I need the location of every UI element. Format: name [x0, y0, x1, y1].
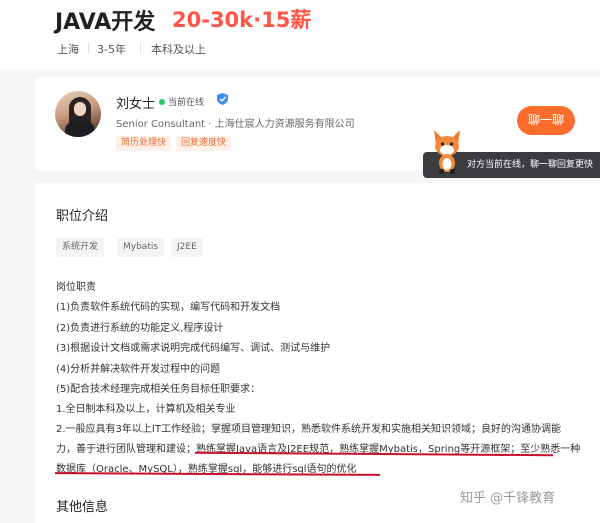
description-line: 岗位职责 [56, 282, 96, 293]
section-title-job-intro: 职位介绍 [56, 209, 109, 224]
online-status-icon [159, 99, 165, 105]
skill-tag: J2EE [171, 238, 203, 257]
description-line: (2)负责进行系统的功能定义,程序设计 [56, 323, 224, 334]
job-description-card: 职位介绍 系统开发 Mybatis J2EE 岗位职责 (1)负责软件系统代码的… [35, 183, 600, 523]
description-line: (3)根据设计文档或需求说明完成代码编写、调试、测试与维护 [56, 343, 331, 354]
meta-divider [140, 43, 141, 53]
meta-divider [88, 43, 89, 53]
mascot-icon [434, 130, 460, 174]
recruiter-tag: 简历处理快 [116, 136, 172, 151]
section-title-other-info: 其他信息 [56, 500, 109, 515]
verified-shield-icon [217, 93, 228, 105]
description-line: 1.全日制本科及以上，计算机及相关专业 [56, 404, 236, 415]
avatar[interactable] [55, 91, 101, 137]
watermark: 知乎 @千锋教育 [460, 491, 556, 506]
description-line: (1)负责软件系统代码的实现，编写代码和开发文档 [56, 302, 281, 313]
job-title: JAVA开发 [55, 10, 156, 35]
description-line: (4)分析并解决软件开发过程中的问题 [56, 364, 221, 375]
online-status: 当前在线 [168, 98, 205, 108]
job-salary: 20-30k·15薪 [172, 8, 312, 32]
job-experience: 3-5年 [97, 43, 126, 56]
skill-tag: Mybatis [117, 238, 165, 257]
skill-tag: 系统开发 [56, 238, 105, 257]
recruiter-tag: 回复速度快 [176, 136, 232, 151]
description-line: 2.一般应具有3年以上IT工作经验；掌握项目管理知识，熟悉软件系统开发和实施相关… [56, 424, 561, 435]
job-header: JAVA开发 20-30k·15薪 上海 3-5年 本科及以上 [0, 0, 600, 70]
description-line: (5)配合技术经理完成相关任务目标任职要求： [56, 384, 261, 395]
recruiter-name: 刘女士 [116, 97, 156, 112]
chat-button[interactable]: 聊一聊 [517, 106, 575, 135]
job-education: 本科及以上 [151, 43, 206, 56]
recruiter-title: Senior Consultant · 上海仕宸人力资源服务有限公司 [116, 119, 355, 130]
job-location: 上海 [57, 43, 79, 56]
